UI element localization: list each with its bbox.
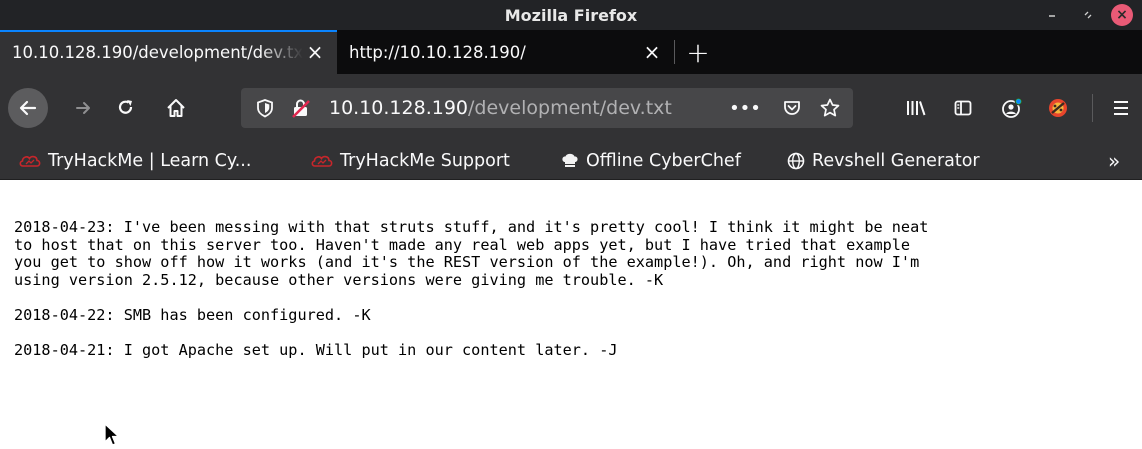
library-icon xyxy=(907,101,926,116)
bookmark-offline-cyberchef[interactable]: Offline CyberChef xyxy=(560,142,741,180)
tab-title: 10.10.128.190/development/dev.txt xyxy=(12,42,303,62)
home-icon xyxy=(167,99,185,117)
forward-icon xyxy=(76,102,90,114)
bookmark-label: TryHackMe | Learn Cy... xyxy=(48,151,252,171)
account-icon xyxy=(1002,97,1023,118)
mouse-cursor-icon xyxy=(104,423,120,446)
window-titlebar: Mozilla Firefox × xyxy=(0,0,1142,30)
url-host: 10.10.128.190 xyxy=(329,97,469,119)
tab-close-button[interactable]: × xyxy=(640,40,664,64)
log-entry: 2018-04-22: SMB has been configured. -K xyxy=(14,305,371,324)
toolbar-separator xyxy=(1092,94,1093,122)
close-icon: × xyxy=(1111,4,1133,26)
url-bar[interactable]: 10.10.128.190/development/dev.txt ••• xyxy=(241,88,853,128)
back-icon xyxy=(19,100,37,116)
tab-title: http://10.10.128.190/ xyxy=(349,42,526,62)
chef-icon xyxy=(560,152,580,170)
sidebar-button[interactable] xyxy=(947,92,979,124)
tab-strip: 10.10.128.190/development/dev.txt × http… xyxy=(0,30,1142,74)
minimize-icon xyxy=(1049,15,1055,17)
extension-icon xyxy=(1049,99,1067,117)
window-controls: × xyxy=(1034,0,1142,30)
menu-button[interactable] xyxy=(1104,92,1138,124)
tab-home[interactable]: http://10.10.128.190/ × xyxy=(337,30,674,74)
page-actions-button[interactable]: ••• xyxy=(729,88,761,128)
menu-icon xyxy=(1114,101,1128,115)
extension-button[interactable] xyxy=(1042,92,1074,124)
log-entry: 2018-04-23: I've been messing with that … xyxy=(14,218,929,289)
bookmark-label: Offline CyberChef xyxy=(586,151,741,171)
pocket-button[interactable] xyxy=(777,88,807,128)
tracking-protection-button[interactable] xyxy=(251,88,279,128)
minimize-button[interactable] xyxy=(1034,0,1070,30)
dev-txt-document: 2018-04-23: I've been messing with that … xyxy=(14,218,1134,360)
tryhackme-icon xyxy=(18,153,42,169)
forward-button[interactable] xyxy=(66,92,102,124)
url-path: /development/dev.txt xyxy=(468,97,672,119)
maximize-icon xyxy=(1084,11,1092,19)
bookmarks-toolbar: TryHackMe | Learn Cy... TryHackMe Suppor… xyxy=(0,142,1142,180)
star-icon xyxy=(820,98,840,117)
tryhackme-icon xyxy=(310,153,334,169)
bookmark-revshell-generator[interactable]: Revshell Generator xyxy=(786,142,980,180)
page-content: 2018-04-23: I've been messing with that … xyxy=(0,181,1142,449)
reload-icon xyxy=(118,100,133,114)
new-tab-button[interactable]: + xyxy=(675,30,721,74)
library-button[interactable] xyxy=(900,92,932,124)
tab-dev-txt[interactable]: 10.10.128.190/development/dev.txt × xyxy=(0,30,337,74)
tab-close-button[interactable]: × xyxy=(303,40,327,64)
reload-button[interactable] xyxy=(108,92,144,124)
log-entry: 2018-04-21: I got Apache set up. Will pu… xyxy=(14,341,618,360)
sidebar-icon xyxy=(954,100,972,116)
bookmark-tryhackme-learn[interactable]: TryHackMe | Learn Cy... xyxy=(18,142,251,180)
pocket-icon xyxy=(784,101,800,115)
account-button[interactable] xyxy=(996,92,1028,124)
insecure-connection-button[interactable] xyxy=(287,88,315,128)
window-title: Mozilla Firefox xyxy=(504,5,638,25)
back-button[interactable] xyxy=(8,88,48,128)
home-button[interactable] xyxy=(158,92,194,124)
bookmarks-overflow-button[interactable]: » xyxy=(1108,142,1120,180)
maximize-button[interactable] xyxy=(1070,0,1106,30)
bookmark-tryhackme-support[interactable]: TryHackMe Support xyxy=(310,142,510,180)
shield-icon xyxy=(257,99,273,118)
bookmark-star-button[interactable] xyxy=(815,88,845,128)
globe-icon xyxy=(786,151,806,171)
close-window-button[interactable]: × xyxy=(1106,0,1142,30)
insecure-lock-icon xyxy=(292,99,310,118)
bookmark-label: Revshell Generator xyxy=(812,151,980,171)
navigation-toolbar: 10.10.128.190/development/dev.txt ••• xyxy=(0,74,1142,142)
url-text[interactable]: 10.10.128.190/development/dev.txt xyxy=(329,88,672,128)
bookmark-label: TryHackMe Support xyxy=(340,151,510,171)
